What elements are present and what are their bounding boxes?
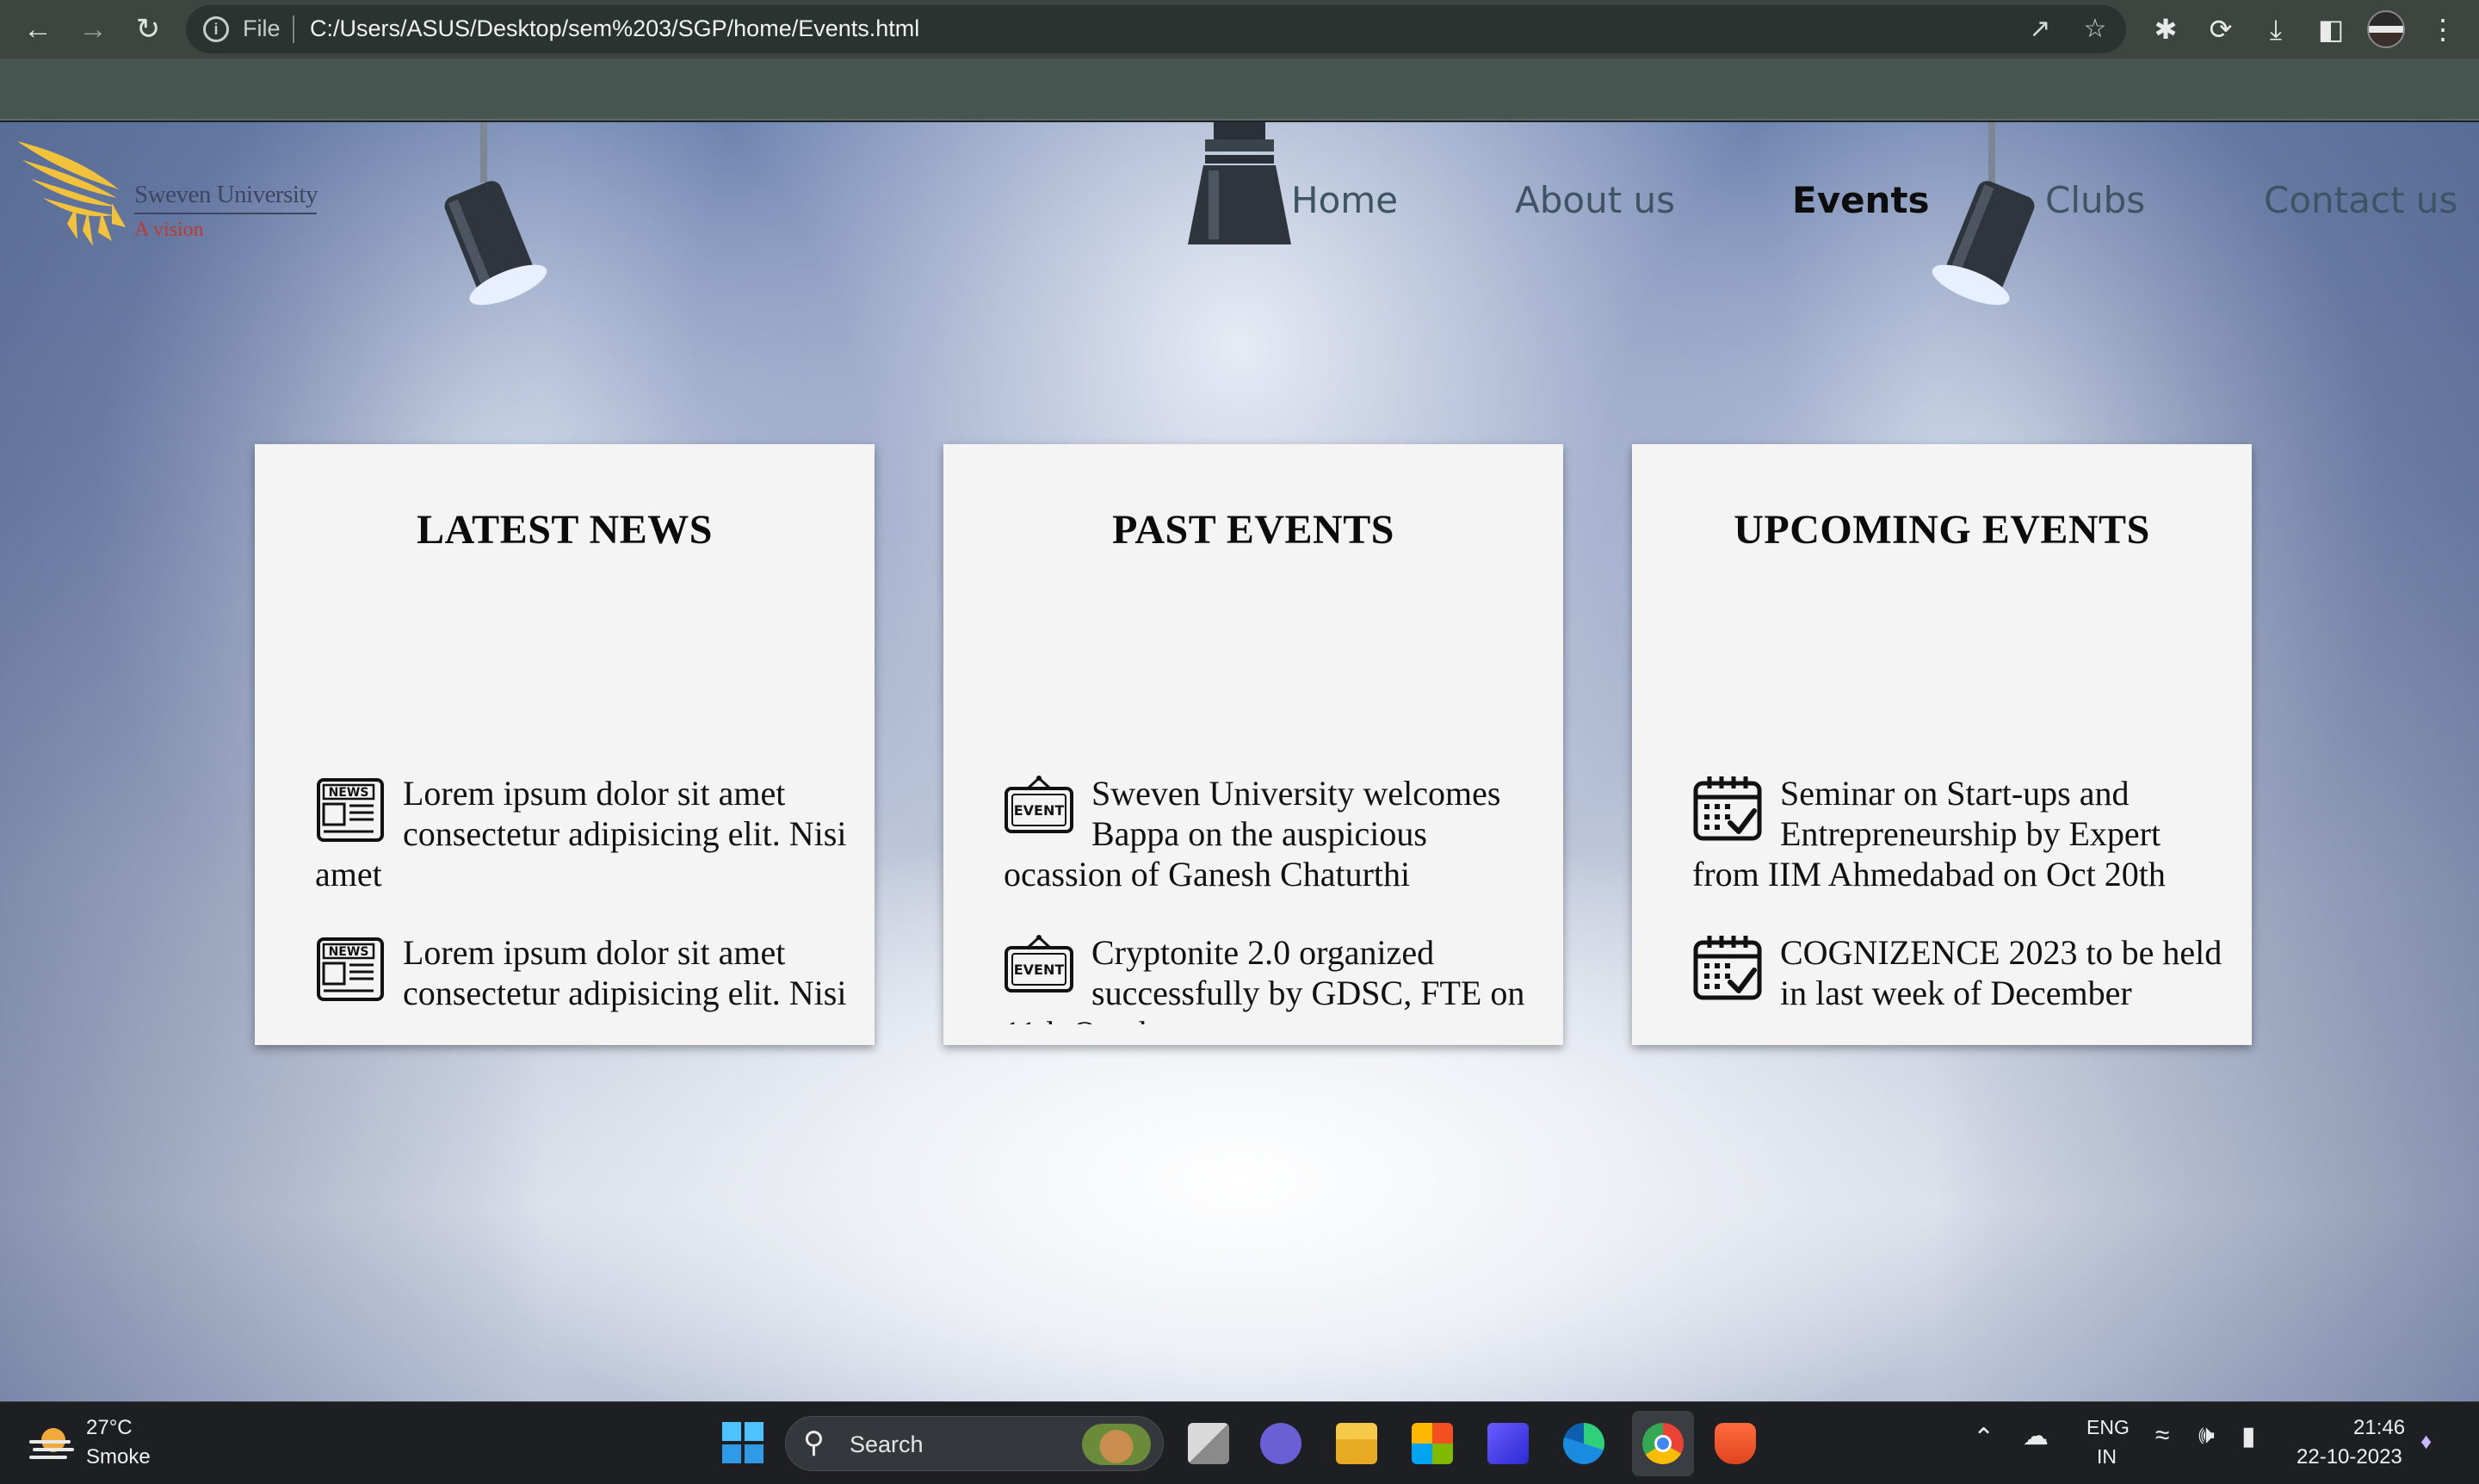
search-highlight-image [1082,1424,1151,1465]
newspaper-icon: NEWS [317,937,384,1001]
chevron-up-icon[interactable]: ⌃ [1973,1423,1994,1453]
clock-time[interactable]: 21:46 [2353,1416,2405,1440]
bookmark-star-icon[interactable]: ☆ [2080,14,2111,45]
weather-description[interactable]: Smoke [86,1445,151,1469]
nav-link-home[interactable]: Home [1291,179,1398,221]
past-event-item[interactable]: EVENT Sweven University welcomes Bappa o… [1004,773,1537,894]
address-bar[interactable]: i File C:/Users/ASUS/Desktop/sem%203/SGP… [186,5,2126,53]
news-item-text: Lorem ipsum dolor sit amet consectetur a… [315,933,847,1024]
volume-icon[interactable]: 🕪 [2198,1421,2215,1450]
upcoming-event-text: Seminar on Start-ups and Entrepreneurshi… [1692,774,2166,893]
task-view-icon[interactable] [1188,1423,1229,1464]
profile-avatar[interactable] [2367,10,2405,48]
side-panel-icon[interactable]: ◧ [2314,12,2348,46]
language-indicator[interactable]: ENG [2086,1416,2130,1439]
spotlight-right-icon [1932,122,2035,306]
logo-name: Sweven University [134,181,318,208]
url-text[interactable]: C:/Users/ASUS/Desktop/sem%203/SGP/home/E… [310,15,919,42]
back-arrow-icon[interactable]: ← [21,12,55,46]
past-events-list[interactable]: EVENT Sweven University welcomes Bappa o… [1004,773,1537,1024]
windows-taskbar: 27°C Smoke ⚲ Search ⌃ ☁ ENG IN ≈ 🕪 ▮ 21:… [0,1401,2479,1484]
battery-icon[interactable]: ▮ [2241,1421,2256,1451]
search-label: Search [850,1431,924,1457]
nav-link-contact-us[interactable]: Contact us [2264,179,2457,221]
region-indicator[interactable]: IN [2097,1445,2117,1469]
onedrive-cloud-icon[interactable]: ☁ [2023,1421,2049,1451]
page-viewport: Sweven University A vision Home About us… [0,122,2479,1401]
forward-arrow-icon[interactable]: → [76,12,110,46]
omnibox-divider [293,15,294,43]
event-sign-icon: EVENT [1005,776,1073,833]
calendar-check-icon [1693,776,1762,841]
windows-start-icon[interactable] [721,1421,764,1464]
microsoft-store-icon[interactable] [1412,1423,1453,1464]
card-title: LATEST NEWS [417,507,713,553]
logo-underline [134,213,317,214]
news-list[interactable]: NEWS Lorem ipsum dolor sit amet consecte… [315,773,849,1024]
browser-toolbar: ← → ↻ i File C:/Users/ASUS/Desktop/sem%2… [0,0,2479,59]
brave-browser-icon[interactable] [1715,1423,1756,1464]
site-logo[interactable]: Sweven University A vision [15,138,325,258]
svg-text:EVENT: EVENT [1014,962,1065,978]
studio-app-icon[interactable] [1487,1423,1529,1464]
menu-kebab-icon[interactable]: ⋮ [2426,12,2460,46]
teams-chat-icon[interactable] [1260,1423,1301,1464]
news-item-text: Lorem ipsum dolor sit amet consectetur a… [315,774,847,893]
logo-tagline: A vision [134,219,204,241]
upcoming-events-card: UPCOMING EVENTS Seminar on Start-ups and… [1632,444,2252,1045]
wing-logo-icon [17,141,126,246]
reload-icon[interactable]: ↻ [131,12,165,46]
upcoming-events-list[interactable]: Seminar on Start-ups and Entrepreneurshi… [1692,773,2226,1024]
calendar-check-icon [1693,936,1762,1000]
upcoming-event-item[interactable]: COGNIZENCE 2023 to be held in last week … [1692,932,2226,1024]
file-scheme-label: File [243,15,281,41]
newspaper-icon: NEWS [317,778,384,842]
nav-link-clubs[interactable]: Clubs [2045,179,2145,221]
browser-bookmark-strip [0,59,2479,121]
clock-date[interactable]: 22-10-2023 [2297,1445,2402,1469]
search-icon: ⚲ [803,1426,825,1459]
card-title: PAST EVENTS [1112,507,1394,553]
chrome-browser-icon [1642,1423,1684,1464]
nav-link-about-us[interactable]: About us [1515,179,1675,221]
file-explorer-icon[interactable] [1336,1423,1377,1464]
event-sign-icon: EVENT [1005,935,1073,992]
latest-news-card: LATEST NEWS NEWS Lorem ipsum dolor sit a… [255,444,875,1045]
svg-text:NEWS: NEWS [329,786,369,800]
upcoming-event-item[interactable]: Seminar on Start-ups and Entrepreneurshi… [1692,773,2226,894]
download-icon[interactable]: ⤓ [2259,12,2293,46]
notification-bell-icon[interactable]: ♦ [2420,1428,2432,1455]
share-icon[interactable]: ↗ [2025,14,2056,45]
news-item[interactable]: NEWS Lorem ipsum dolor sit amet consecte… [315,932,849,1024]
edge-browser-icon[interactable] [1563,1423,1604,1464]
weather-smoke-icon[interactable] [28,1421,76,1466]
nav-link-events[interactable]: Events [1792,179,1930,221]
weather-temperature[interactable]: 27°C [86,1416,133,1440]
performance-icon[interactable]: ⟳ [2204,12,2238,46]
past-event-text: Sweven University welcomes Bappa on the … [1004,774,1501,893]
chrome-active-tile[interactable] [1632,1411,1694,1476]
extensions-puzzle-icon[interactable]: ✱ [2148,12,2183,46]
upcoming-event-text: COGNIZENCE 2023 to be held in last week … [1780,933,2222,1012]
svg-text:EVENT: EVENT [1014,802,1065,819]
past-events-card: PAST EVENTS EVENT Sweven University welc… [943,444,1563,1045]
taskbar-search-box[interactable]: ⚲ Search [785,1416,1164,1471]
card-title: UPCOMING EVENTS [1734,507,2150,553]
news-item[interactable]: NEWS Lorem ipsum dolor sit amet consecte… [315,773,849,894]
spotlight-left-icon [444,122,547,306]
past-event-text: Cryptonite 2.0 organized successfully by… [1004,933,1525,1024]
past-event-item[interactable]: EVENT Cryptonite 2.0 organized successfu… [1004,932,1537,1024]
svg-text:NEWS: NEWS [329,945,369,959]
wifi-icon[interactable]: ≈ [2155,1421,2169,1450]
info-icon[interactable]: i [203,16,229,42]
